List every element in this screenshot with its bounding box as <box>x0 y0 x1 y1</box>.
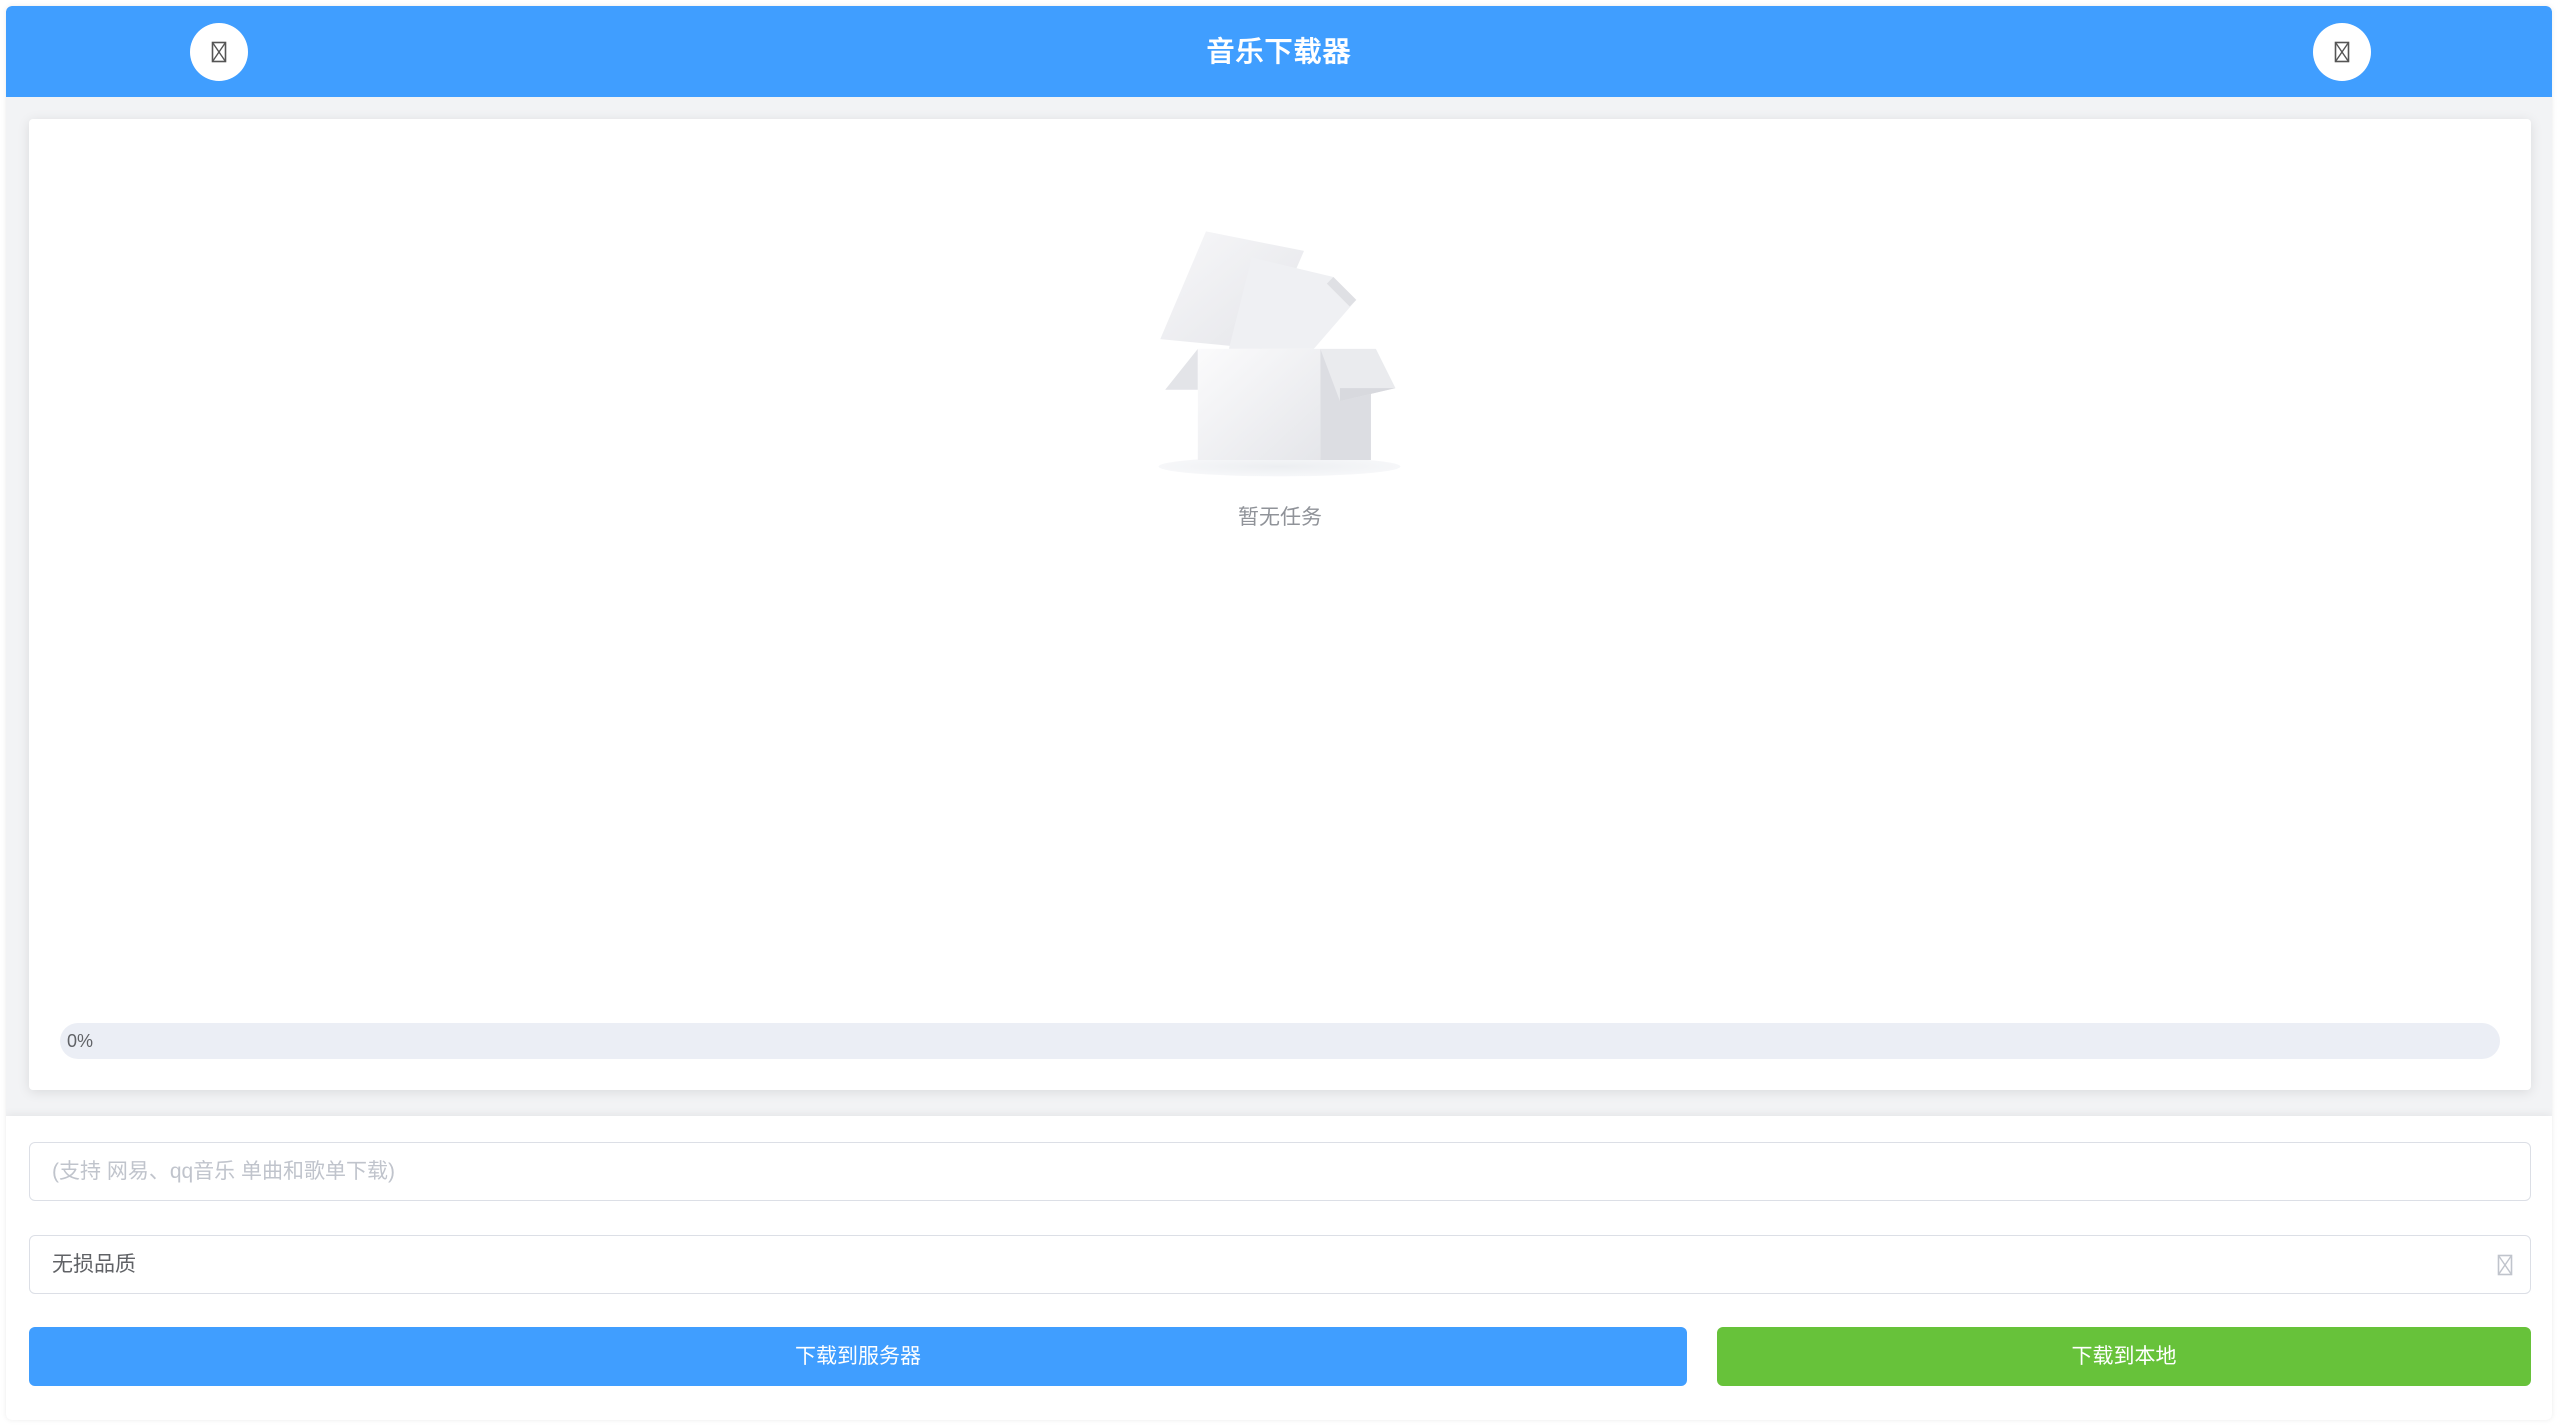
link-input-wrapper <box>29 1142 2531 1201</box>
task-list-card: 暂无任务 0% <box>29 119 2531 1090</box>
header-bar: 音乐下载器 <box>6 6 2552 97</box>
empty-box-illustration <box>1158 231 1401 477</box>
progress-bar: 0% <box>60 1023 2500 1059</box>
missing-glyph-icon <box>2334 41 2350 63</box>
empty-state-text: 暂无任务 <box>1238 506 1322 529</box>
download-form-panel: 无损品质 下载到服务器 下载到本地 <box>6 1116 2552 1420</box>
app-window: 音乐下载器 暂无任务 0% (支持 网易、qq音乐 单曲和歌单下载) 无损品质 … <box>6 6 2552 1420</box>
download-to-server-button[interactable]: 下载到服务器 <box>29 1327 1687 1386</box>
download-to-local-button[interactable]: 下载到本地 <box>1717 1327 2531 1386</box>
missing-glyph-icon <box>2497 1254 2513 1276</box>
quality-select-value: 无损品质 <box>52 1253 136 1276</box>
page-title: 音乐下载器 <box>1206 36 1352 67</box>
progress-label: 0% <box>67 1031 94 1051</box>
quality-select[interactable]: 无损品质 <box>29 1235 2531 1294</box>
missing-glyph-icon <box>211 41 227 63</box>
header-left-button[interactable] <box>190 23 248 81</box>
link-input[interactable] <box>30 1143 2530 1200</box>
header-right-button[interactable] <box>2313 23 2371 81</box>
